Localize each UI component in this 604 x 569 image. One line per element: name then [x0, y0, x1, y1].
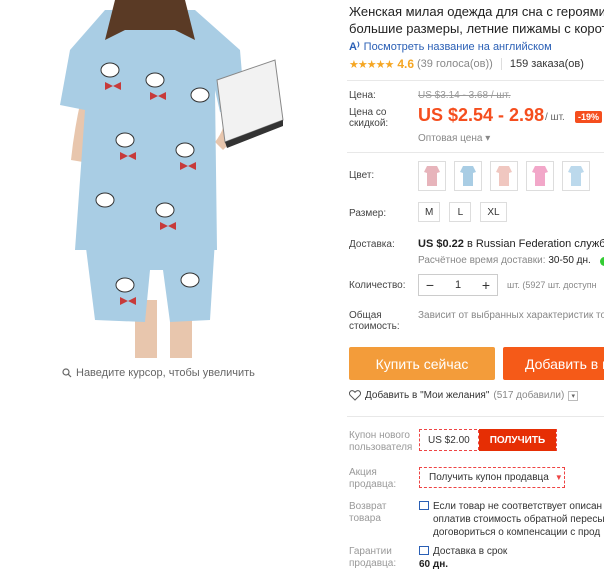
guarantee-label: Гарантии продавца: [349, 546, 397, 569]
chevron-down-icon[interactable]: ▾ [568, 390, 579, 401]
translate-link[interactable]: A⁾ Посмотреть название на английском [349, 40, 552, 54]
get-coupon-button[interactable]: ПОЛУЧИТЬ [478, 429, 557, 451]
discount-badge: -19% [575, 111, 603, 123]
heart-icon [349, 390, 361, 401]
product-title: Женская милая одежда для сна с героями м… [349, 3, 604, 37]
color-thumb [460, 166, 476, 186]
delivery-estimate: Расчётное время доставки: 30-50 дн. [418, 255, 591, 266]
star-rating-icon: ★★★★★ [349, 58, 394, 71]
price-label: Цена: [349, 90, 376, 101]
info-icon[interactable] [600, 257, 604, 266]
magnifier-icon [62, 368, 72, 378]
truck-icon [419, 546, 429, 555]
color-label: Цвет: [349, 170, 375, 181]
title-line-2: большие размеры, летние пижамы с коротк [349, 21, 604, 36]
discount-price: US $2.54 - 2.98 [418, 105, 545, 125]
stock-note: шт. (5927 шт. доступн [507, 280, 597, 290]
shipping-text: в Russian Federation службой [466, 238, 604, 250]
zoom-hint: Наведите курсор, чтобы увеличить [62, 367, 255, 379]
divider [500, 58, 502, 70]
color-thumb [424, 166, 440, 186]
return-text-line: оплатив стоимость обратной пересы [433, 514, 604, 525]
product-photo[interactable] [45, 0, 285, 360]
price-unit: / шт. [545, 112, 565, 123]
size-option-m[interactable]: M [418, 202, 441, 222]
new-user-coupon-label: Купон нового пользователя [349, 430, 413, 453]
old-price: US $3.14 - 3.68 / шт. [418, 90, 511, 101]
wishlist-count: (517 добавили) [493, 390, 565, 401]
seller-coupon-dropdown[interactable]: Получить купон продавца ▼ [419, 467, 565, 488]
translate-link-text[interactable]: Посмотреть название на английском [364, 41, 552, 53]
size-label: Размер: [349, 208, 387, 219]
divider [347, 152, 604, 153]
wholesale-dropdown[interactable]: Оптовая цена ▾ [418, 133, 490, 144]
return-policy: Если товар не соответствует описан оплат… [419, 500, 604, 539]
size-options: M L XL [418, 202, 507, 222]
color-option[interactable] [454, 161, 482, 191]
seller-coupon-text[interactable]: Получить купон продавца [429, 472, 549, 483]
buy-now-button[interactable]: Купить сейчас [349, 347, 495, 380]
product-gallery: Наведите курсор, чтобы увеличить [0, 0, 320, 569]
color-thumb [568, 166, 584, 186]
shipping-info[interactable]: US $0.22 в Russian Federation службой [418, 238, 604, 250]
title-line-1: Женская милая одежда для сна с героями м… [349, 4, 604, 19]
color-option[interactable] [562, 161, 590, 191]
color-option[interactable] [526, 161, 554, 191]
color-thumb [532, 166, 548, 186]
return-text-line: договориться о компенсации с прод [433, 527, 601, 538]
shipping-label: Доставка: [349, 239, 395, 250]
discount-price-label: Цена со скидкой: [349, 107, 389, 129]
zoom-hint-text: Наведите курсор, чтобы увеличить [76, 367, 255, 379]
translate-icon: A⁾ [349, 41, 360, 53]
divider [347, 80, 604, 81]
coupon-value: US $2.00 [420, 430, 479, 450]
shipping-price: US $0.22 [418, 238, 464, 250]
color-thumb [496, 166, 512, 186]
color-option[interactable] [490, 161, 518, 191]
divider [347, 416, 604, 417]
color-options [418, 161, 590, 191]
guarantee-text: Доставка в срок [433, 546, 508, 557]
quantity-input[interactable]: 1 [441, 279, 475, 291]
eta-label: Расчётное время доставки: [418, 255, 546, 266]
votes-link[interactable]: (39 голоса(ов)) [417, 58, 493, 70]
decrease-button[interactable]: − [419, 277, 441, 293]
seller-promo-label: Акция продавца: [349, 467, 397, 490]
add-to-cart-button[interactable]: Добавить в к [503, 347, 604, 380]
eta-value: 30-50 дн. [548, 255, 591, 266]
wishlist-label[interactable]: Добавить в "Мои желания" [365, 390, 489, 401]
increase-button[interactable]: + [475, 277, 497, 293]
new-user-coupon: US $2.00 ПОЛУЧИТЬ [419, 429, 558, 451]
product-info: Женская милая одежда для сна с героями м… [347, 0, 604, 569]
return-text-line: Если товар не соответствует описан [433, 501, 603, 512]
quantity-label: Количество: [349, 280, 406, 291]
seller-guarantee: Доставка в срок 60 дн. [419, 545, 507, 569]
wishlist-row[interactable]: Добавить в "Мои желания" (517 добавили) … [349, 390, 579, 401]
size-option-l[interactable]: L [449, 202, 472, 222]
rating-value: 4.6 [397, 57, 414, 71]
total-label: Общая стоимость: [349, 310, 400, 332]
size-option-xl[interactable]: XL [480, 202, 507, 222]
document-icon [419, 501, 429, 510]
total-value: Зависит от выбранных характеристик то [418, 310, 604, 321]
rating-row: ★★★★★ 4.6 (39 голоса(ов)) 159 заказа(ов) [349, 57, 584, 71]
return-label: Возврат товара [349, 501, 387, 524]
color-option[interactable] [418, 161, 446, 191]
orders-count: 159 заказа(ов) [509, 58, 584, 70]
guarantee-days: 60 дн. [419, 559, 449, 569]
chevron-down-icon: ▼ [554, 473, 563, 482]
quantity-stepper: − 1 + [418, 274, 498, 296]
